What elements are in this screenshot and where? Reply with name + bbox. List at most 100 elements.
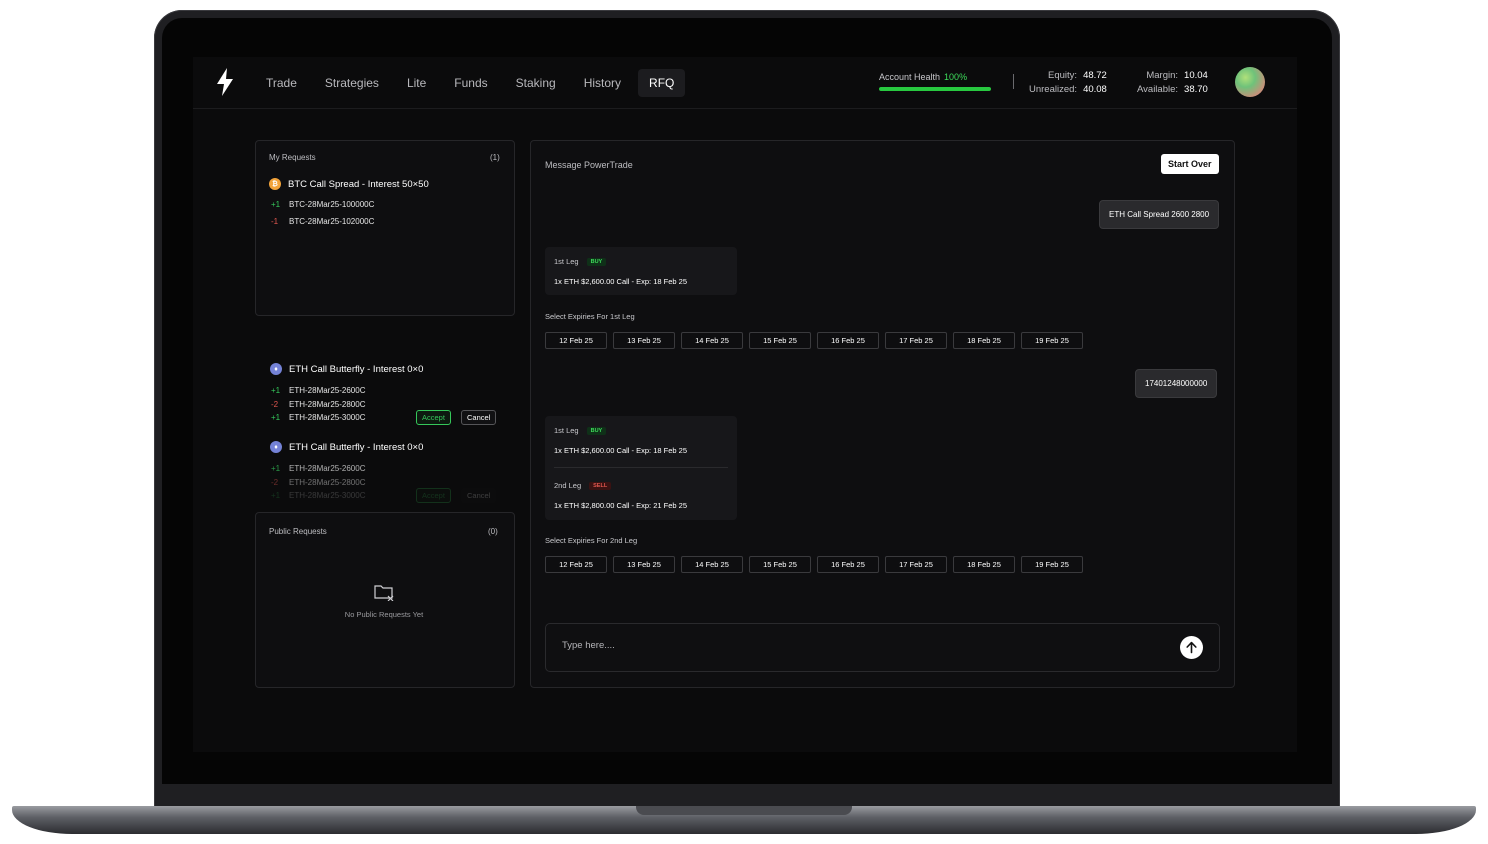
my-requests-title: My Requests bbox=[269, 153, 316, 162]
expiry-select-label: Select Expiries For 1st Leg bbox=[545, 312, 635, 321]
expiry-chip[interactable]: 18 Feb 25 bbox=[953, 332, 1015, 349]
margin-stats: Margin: 10.04 Available: 38.70 bbox=[1137, 69, 1214, 97]
expiry-chip[interactable]: 13 Feb 25 bbox=[613, 332, 675, 349]
expiry-chip[interactable]: 16 Feb 25 bbox=[817, 332, 879, 349]
margin-value: 10.04 bbox=[1184, 70, 1208, 81]
request-item-btc-call-spread[interactable]: ₿ BTC Call Spread - Interest 50×50 bbox=[269, 178, 429, 190]
leg-symbol: ETH-28Mar25-2800C bbox=[289, 400, 366, 409]
empty-state-text: No Public Requests Yet bbox=[344, 610, 424, 619]
expiry-chip[interactable]: 14 Feb 25 bbox=[681, 556, 743, 573]
leg-row: -2 ETH-28Mar25-2800C bbox=[271, 400, 365, 409]
main-nav: Trade Strategies Lite Funds Staking Hist… bbox=[255, 69, 691, 97]
leg-symbol: ETH-28Mar25-2600C bbox=[289, 464, 366, 473]
request-title: ETH Call Butterfly - Interest 0×0 bbox=[289, 441, 424, 453]
equity-stats: Equity: 48.72 Unrealized: 40.08 bbox=[1029, 69, 1113, 97]
request-item-eth-butterfly[interactable]: ♦ ETH Call Butterfly - Interest 0×0 bbox=[270, 441, 423, 453]
expiry-chip[interactable]: 18 Feb 25 bbox=[953, 556, 1015, 573]
account-health-label: Account Health bbox=[879, 72, 941, 82]
leg-description: 1x ETH $2,800.00 Call - Exp: 21 Feb 25 bbox=[554, 501, 687, 510]
expiry-chip[interactable]: 17 Feb 25 bbox=[885, 556, 947, 573]
leg-row: -2 ETH-28Mar25-2800C bbox=[271, 478, 365, 487]
cancel-button[interactable]: Cancel bbox=[461, 410, 497, 425]
leg-symbol: BTC-28Mar25-100000C bbox=[289, 200, 375, 209]
equity-value: 48.72 bbox=[1083, 70, 1107, 81]
leg-row: +1 BTC-28Mar25-100000C bbox=[271, 200, 374, 209]
expiry-chip[interactable]: 12 Feb 25 bbox=[545, 556, 607, 573]
leg-row: -1 BTC-28Mar25-102000C bbox=[271, 217, 374, 226]
buy-badge: BUY bbox=[586, 257, 607, 266]
leg-label: 2nd Leg bbox=[554, 481, 582, 490]
top-bar: Trade Strategies Lite Funds Staking Hist… bbox=[193, 57, 1297, 109]
request-item-eth-butterfly[interactable]: ♦ ETH Call Butterfly - Interest 0×0 bbox=[270, 363, 423, 375]
leg-qty: -1 bbox=[271, 217, 279, 226]
unrealized-label: Unrealized: bbox=[1029, 84, 1078, 95]
cancel-button[interactable]: Cancel bbox=[461, 488, 497, 503]
leg-description: 1x ETH $2,600.00 Call - Exp: 18 Feb 25 bbox=[554, 446, 687, 455]
request-title: ETH Call Butterfly - Interest 0×0 bbox=[289, 363, 424, 375]
leg-summary-card: 1st Leg BUY 1x ETH $2,600.00 Call - Exp:… bbox=[545, 416, 737, 520]
divider bbox=[1013, 74, 1014, 89]
sell-badge: SELL bbox=[589, 481, 612, 490]
expiry-select-label: Select Expiries For 2nd Leg bbox=[545, 536, 638, 545]
nav-rfq[interactable]: RFQ bbox=[638, 69, 686, 97]
expiry-chip[interactable]: 17 Feb 25 bbox=[885, 332, 947, 349]
expiry-chip[interactable]: 16 Feb 25 bbox=[817, 556, 879, 573]
margin-label: Margin: bbox=[1146, 70, 1179, 81]
empty-folder-icon bbox=[374, 585, 394, 601]
leg-symbol: ETH-28Mar25-2600C bbox=[289, 386, 366, 395]
expiry-chip[interactable]: 13 Feb 25 bbox=[613, 556, 675, 573]
nav-staking[interactable]: Staking bbox=[505, 69, 567, 97]
leg-label: 1st Leg bbox=[554, 426, 579, 435]
expiry-chip[interactable]: 19 Feb 25 bbox=[1021, 332, 1083, 349]
leg-description: 1x ETH $2,600.00 Call - Exp: 18 Feb 25 bbox=[554, 277, 687, 286]
public-requests-title: Public Requests bbox=[269, 527, 327, 536]
start-over-button[interactable]: Start Over bbox=[1161, 154, 1219, 174]
arrow-up-icon bbox=[1186, 641, 1197, 654]
nav-lite[interactable]: Lite bbox=[396, 69, 437, 97]
expiry-chip-group: 12 Feb 25 13 Feb 25 14 Feb 25 15 Feb 25 … bbox=[545, 332, 1083, 349]
divider bbox=[554, 467, 728, 468]
buy-badge: BUY bbox=[586, 426, 607, 435]
leg-qty: +1 bbox=[271, 200, 281, 209]
leg-qty: +1 bbox=[271, 464, 281, 473]
leg-row: +1 ETH-28Mar25-3000C bbox=[271, 413, 365, 422]
expiry-chip[interactable]: 19 Feb 25 bbox=[1021, 556, 1083, 573]
send-button[interactable] bbox=[1180, 636, 1203, 659]
eth-icon: ♦ bbox=[270, 363, 282, 375]
leg-row: +1 ETH-28Mar25-2600C bbox=[271, 464, 365, 473]
avatar[interactable] bbox=[1235, 67, 1265, 97]
message-input[interactable] bbox=[560, 639, 1164, 652]
my-requests-panel bbox=[255, 140, 515, 316]
my-requests-count: (1) bbox=[490, 153, 500, 162]
leg-symbol: BTC-28Mar25-102000C bbox=[289, 217, 375, 226]
nav-history[interactable]: History bbox=[573, 69, 632, 97]
expiry-chip[interactable]: 12 Feb 25 bbox=[545, 332, 607, 349]
account-health-bar bbox=[879, 87, 991, 91]
expiry-chip-group: 12 Feb 25 13 Feb 25 14 Feb 25 15 Feb 25 … bbox=[545, 556, 1083, 573]
user-message: ETH Call Spread 2600 2800 bbox=[1099, 200, 1220, 229]
accept-button[interactable]: Accept bbox=[416, 488, 451, 503]
lightning-logo-icon[interactable] bbox=[215, 68, 235, 96]
leg-label: 1st Leg bbox=[554, 257, 579, 266]
unrealized-value: 40.08 bbox=[1083, 84, 1107, 95]
expiry-chip[interactable]: 15 Feb 25 bbox=[749, 556, 811, 573]
btc-icon: ₿ bbox=[269, 178, 281, 190]
available-value: 38.70 bbox=[1184, 84, 1208, 95]
expiry-chip[interactable]: 15 Feb 25 bbox=[749, 332, 811, 349]
expiry-chip[interactable]: 14 Feb 25 bbox=[681, 332, 743, 349]
user-message: 17401248000000 bbox=[1135, 369, 1218, 398]
app-screen: Trade Strategies Lite Funds Staking Hist… bbox=[193, 57, 1297, 752]
nav-trade[interactable]: Trade bbox=[255, 69, 308, 97]
leg-symbol: ETH-28Mar25-3000C bbox=[289, 413, 366, 422]
account-health-bar-fill bbox=[879, 87, 991, 91]
leg-qty: -2 bbox=[271, 478, 279, 487]
leg-qty: -2 bbox=[271, 400, 279, 409]
message-input-box bbox=[545, 623, 1220, 672]
eth-icon: ♦ bbox=[270, 441, 282, 453]
nav-funds[interactable]: Funds bbox=[443, 69, 498, 97]
leg-qty: +1 bbox=[271, 386, 281, 395]
accept-button[interactable]: Accept bbox=[416, 410, 451, 425]
leg-symbol: ETH-28Mar25-2800C bbox=[289, 478, 366, 487]
nav-strategies[interactable]: Strategies bbox=[314, 69, 390, 97]
leg-row: +1 ETH-28Mar25-3000C bbox=[271, 491, 365, 500]
